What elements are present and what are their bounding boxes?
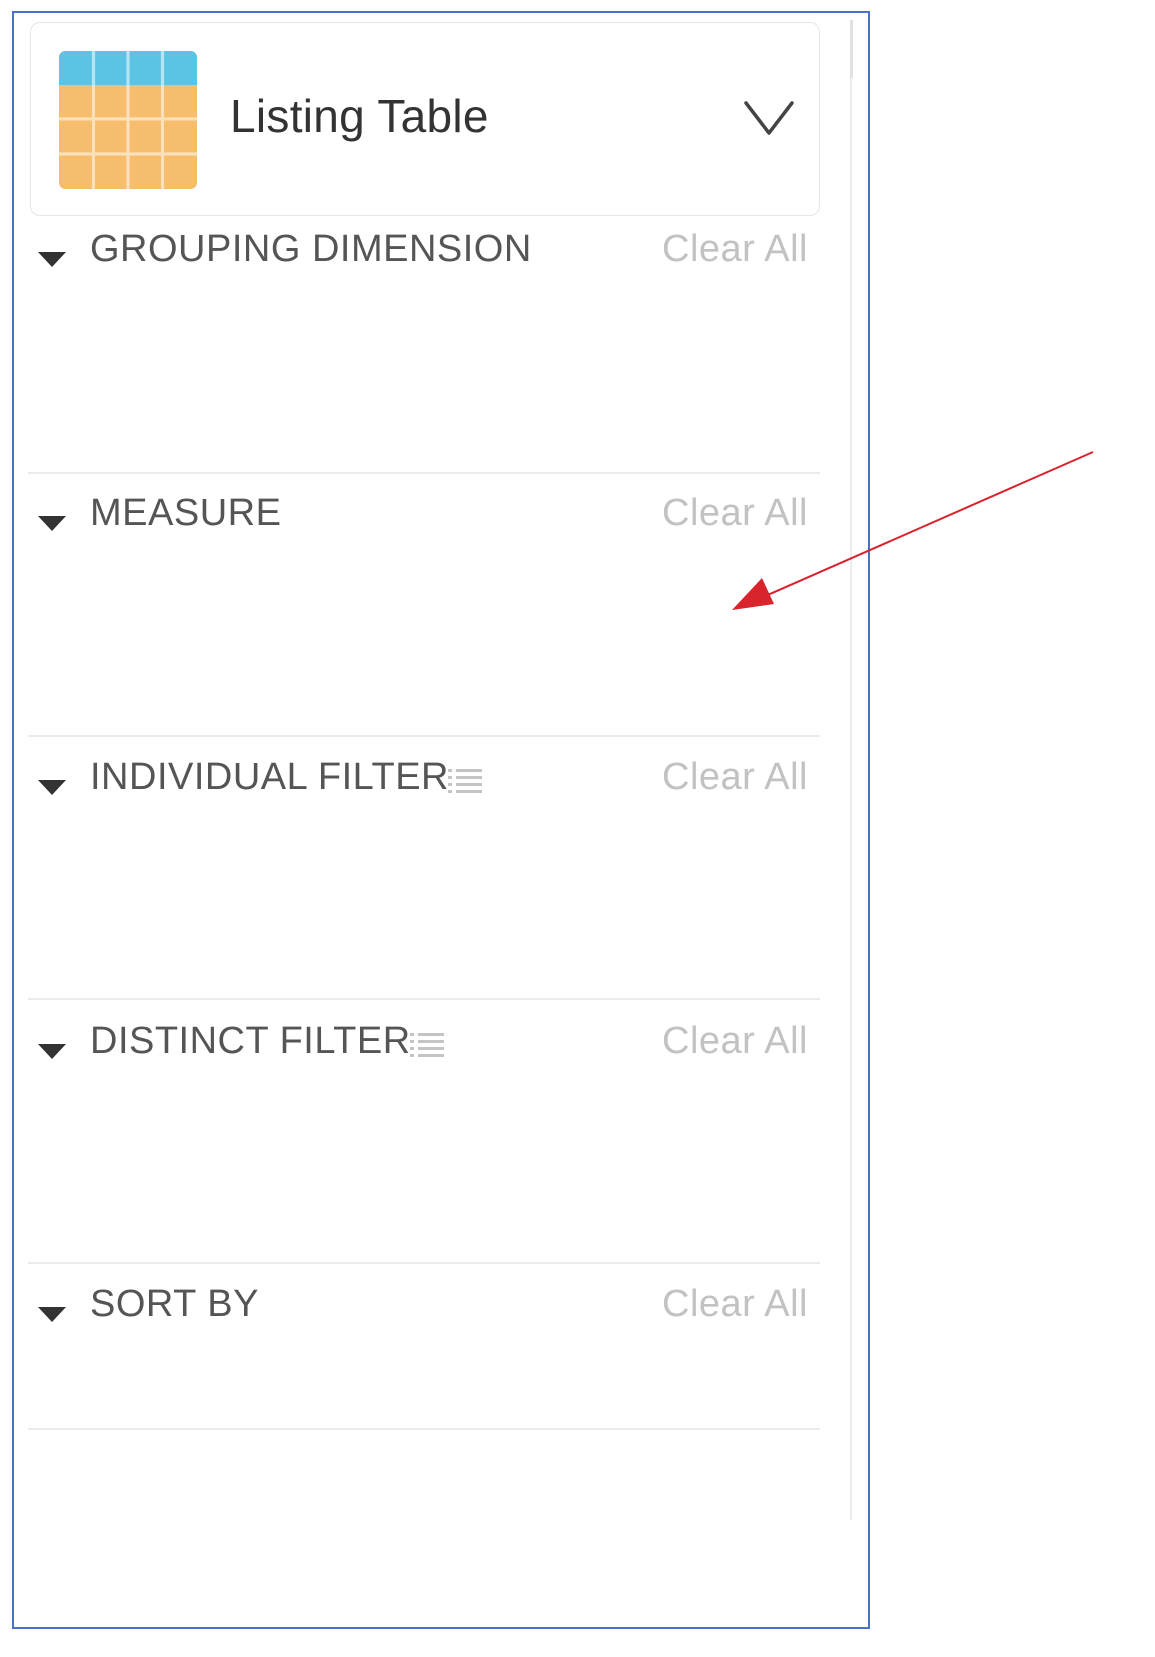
list-icon[interactable] <box>408 1030 446 1060</box>
table-icon <box>59 51 197 189</box>
section-title: MEASURE <box>90 492 282 534</box>
section-grouping-dimension: GROUPING DIMENSION Clear All <box>28 228 820 278</box>
clear-all-button[interactable]: Clear All <box>662 1020 808 1063</box>
section-divider <box>28 1262 820 1264</box>
panel-scrollbar-thumb[interactable] <box>850 20 853 78</box>
panel-scrollbar-track[interactable] <box>850 20 852 1520</box>
annotation-arrow-icon <box>732 451 1094 610</box>
section-measure: MEASURE Clear All <box>28 492 820 542</box>
chevron-down-icon[interactable] <box>743 99 795 137</box>
section-title: DISTINCT FILTER <box>90 1020 411 1062</box>
clear-all-button[interactable]: Clear All <box>662 1283 808 1326</box>
section-individual-filter: INDIVIDUAL FILTER Clear All <box>28 756 820 806</box>
clear-all-button[interactable]: Clear All <box>662 756 808 799</box>
chart-type-label: Listing Table <box>230 90 489 142</box>
screenshot-stage: Listing Table GROUPING DIMENSION Clear A… <box>0 0 1155 1657</box>
collapse-caret-icon[interactable] <box>38 250 66 268</box>
collapse-caret-icon[interactable] <box>38 1042 66 1060</box>
section-title: GROUPING DIMENSION <box>90 228 532 270</box>
section-title: INDIVIDUAL FILTER <box>90 756 449 798</box>
section-divider <box>28 472 820 474</box>
section-sort-by: SORT BY Clear All <box>28 1283 820 1333</box>
section-title: SORT BY <box>90 1283 259 1325</box>
section-divider <box>28 998 820 1000</box>
chart-type-selector[interactable]: Listing Table <box>30 22 820 216</box>
section-divider <box>28 1428 820 1430</box>
list-icon[interactable] <box>446 766 484 796</box>
clear-all-button[interactable]: Clear All <box>662 228 808 271</box>
collapse-caret-icon[interactable] <box>38 1305 66 1323</box>
collapse-caret-icon[interactable] <box>38 514 66 532</box>
section-distinct-filter: DISTINCT FILTER Clear All <box>28 1020 820 1070</box>
section-divider <box>28 735 820 737</box>
collapse-caret-icon[interactable] <box>38 778 66 796</box>
